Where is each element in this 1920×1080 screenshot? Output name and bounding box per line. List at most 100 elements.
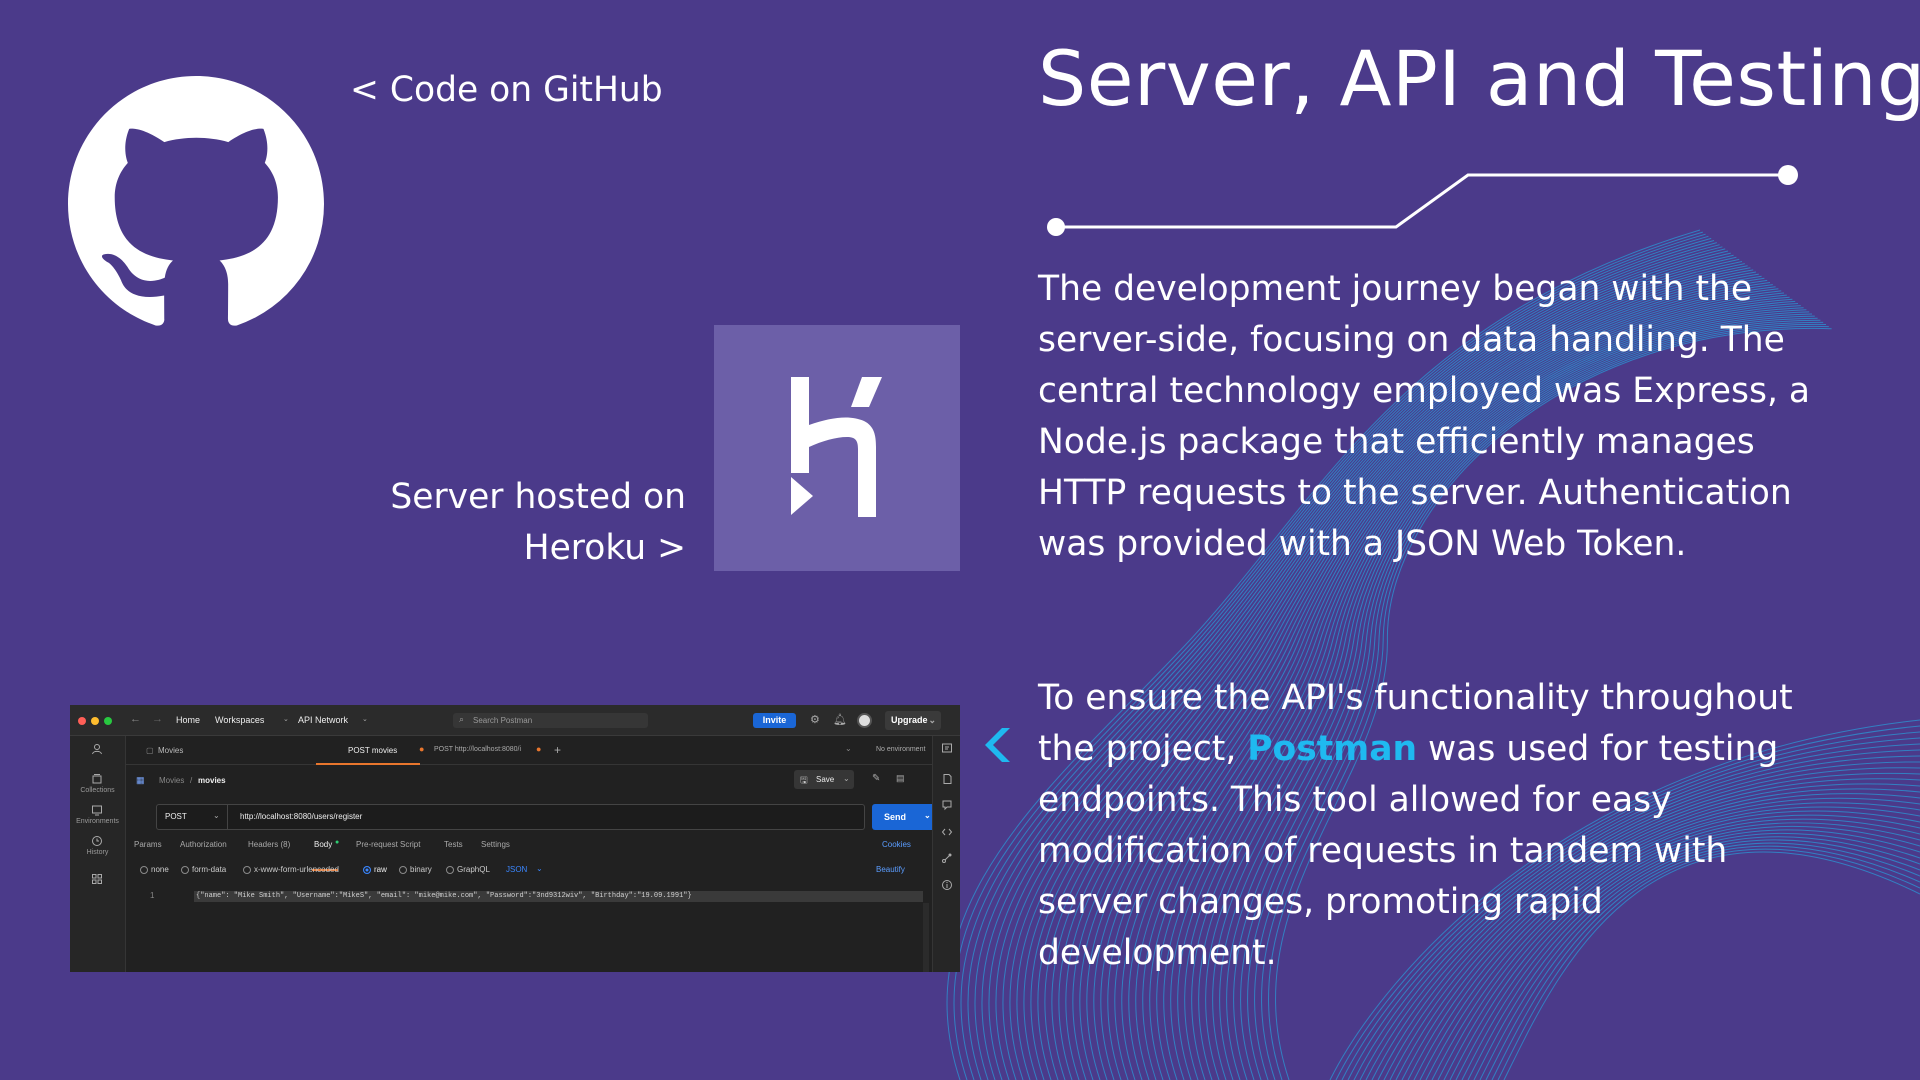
search-icon: ⌕	[459, 714, 465, 724]
request-url-bar: POST ⌄ http://localhost:8080/users/regis…	[156, 804, 865, 830]
postman-screenshot: ← → Home Workspaces ⌄ API Network ⌄ ⌕ Se…	[70, 705, 960, 972]
server-description: The development journey began with the s…	[1038, 269, 1811, 564]
body-format-select[interactable]: JSON	[506, 865, 527, 874]
send-button[interactable]: Send ⌄	[872, 804, 939, 830]
save-chevron-icon[interactable]: ⌄	[843, 774, 850, 783]
comments-icon[interactable]	[941, 799, 953, 811]
postman-titlebar: ← → Home Workspaces ⌄ API Network ⌄ ⌕ Se…	[70, 705, 960, 736]
tab-authorization[interactable]: Authorization	[180, 840, 227, 849]
method-label: POST	[165, 812, 187, 821]
page-title: Server, API and Testing	[1038, 34, 1920, 123]
tab-post-movies[interactable]: POST movies	[348, 746, 397, 755]
notifications-bell-icon[interactable]: 🔔︎	[833, 713, 847, 726]
radio-none[interactable]	[140, 866, 148, 874]
body-type-form-data[interactable]: form-data	[192, 865, 226, 874]
upgrade-button[interactable]: Upgrade ⌄	[885, 711, 941, 730]
search-placeholder: Search Postman	[473, 716, 533, 725]
tab-headers[interactable]: Headers (8)	[248, 840, 290, 849]
github-link[interactable]: < Code on GitHub	[350, 70, 663, 110]
sidebar-history[interactable]: History	[70, 849, 125, 856]
line-number: 1	[150, 891, 155, 900]
radio-graphql[interactable]	[446, 866, 454, 874]
request-body-json[interactable]: {"name": "Mike Smith", "Username":"MikeS…	[196, 892, 692, 900]
body-type-urlencoded[interactable]: x-www-form-urlencoded	[254, 865, 339, 874]
cookies-link[interactable]: Cookies	[882, 840, 911, 849]
apps-grid-icon[interactable]	[91, 873, 103, 885]
avatar[interactable]	[857, 713, 872, 728]
decorative-line	[1047, 165, 1798, 236]
radio-binary[interactable]	[399, 866, 407, 874]
close-window-icon[interactable]	[78, 717, 86, 725]
settings-gear-icon[interactable]: ⚙	[810, 713, 820, 726]
postman-right-bar	[932, 736, 960, 972]
active-tab-indicator	[316, 763, 420, 765]
postman-tab-bar: ▢ Movies POST movies ● POST http://local…	[126, 736, 932, 765]
tab-settings[interactable]: Settings	[481, 840, 510, 849]
editor-scrollbar[interactable]	[923, 903, 929, 972]
env-quicklook-icon[interactable]	[941, 742, 953, 754]
body-type-graphql[interactable]: GraphQL	[457, 865, 490, 874]
send-chevron-icon[interactable]: ⌄	[924, 803, 931, 829]
maximize-window-icon[interactable]	[104, 717, 112, 725]
user-icon[interactable]	[91, 743, 103, 755]
nav-workspaces[interactable]: Workspaces	[215, 715, 264, 725]
forward-arrow-icon[interactable]: →	[152, 713, 163, 725]
minimize-window-icon[interactable]	[91, 717, 99, 725]
body-format-chevron-icon[interactable]: ⌄	[536, 864, 543, 873]
heroku-label-line2[interactable]: Heroku >	[380, 523, 686, 574]
code-icon[interactable]	[941, 826, 953, 838]
unsaved-dot-icon: ●	[419, 744, 425, 754]
method-chevron-icon: ⌄	[213, 811, 220, 820]
code-line[interactable]: {"name": "Mike Smith", "Username":"MikeS…	[194, 891, 923, 902]
heroku-label-line1: Server hosted on	[390, 477, 686, 517]
edit-pencil-icon[interactable]: ✎	[872, 773, 880, 784]
tab-pre-request-script[interactable]: Pre-request Script	[356, 840, 420, 849]
radio-form-data[interactable]	[181, 866, 189, 874]
heroku-logo-tile[interactable]	[714, 325, 960, 571]
collection-icon: ▦	[136, 775, 145, 785]
environment-select[interactable]: No environment	[876, 746, 925, 753]
sidebar-environments[interactable]: Environments	[70, 818, 125, 825]
body-type-none[interactable]: none	[151, 865, 169, 874]
new-tab-plus-icon[interactable]: +	[554, 743, 561, 757]
sidebar-collections[interactable]: Collections	[70, 787, 125, 794]
method-select[interactable]: POST ⌄	[157, 805, 228, 829]
docs-icon[interactable]	[941, 773, 953, 785]
testing-description: To ensure the API's functionality throug…	[1038, 673, 1838, 979]
tab-params[interactable]: Params	[134, 840, 162, 849]
environments-icon[interactable]	[91, 804, 103, 816]
breadcrumb-separator: /	[190, 776, 193, 785]
nav-home[interactable]: Home	[176, 715, 200, 725]
invite-button[interactable]: Invite	[753, 713, 796, 728]
body-active-dot-icon: ●	[335, 839, 340, 846]
heroku-icon	[791, 377, 882, 517]
related-icon[interactable]	[941, 852, 953, 864]
search-input[interactable]: ⌕ Search Postman	[453, 713, 648, 728]
github-icon[interactable]	[68, 76, 324, 332]
body-type-raw[interactable]: raw	[374, 865, 387, 874]
collections-icon[interactable]	[91, 773, 103, 785]
back-arrow-icon[interactable]: ←	[130, 713, 141, 725]
beautify-link[interactable]: Beautify	[876, 865, 905, 874]
breadcrumb-current[interactable]: movies	[198, 776, 226, 785]
info-icon[interactable]	[941, 879, 953, 891]
tabs-overflow-chevron-icon[interactable]: ⌄	[845, 744, 852, 753]
history-icon[interactable]	[91, 835, 103, 847]
save-icon: 🖫︎	[800, 775, 808, 785]
unsaved-dot-icon: ●	[536, 744, 542, 754]
url-input[interactable]: http://localhost:8080/users/register	[240, 812, 362, 821]
body-type-binary[interactable]: binary	[410, 865, 432, 874]
nav-api-network[interactable]: API Network	[298, 715, 348, 725]
tab-post-localhost[interactable]: POST http://localhost:8080/i	[434, 746, 521, 753]
tab-movies[interactable]: Movies	[158, 746, 183, 755]
breadcrumb-parent[interactable]: Movies	[159, 776, 184, 785]
postman-link[interactable]: Postman	[1247, 729, 1417, 769]
radio-urlencoded[interactable]	[243, 866, 251, 874]
radio-raw[interactable]	[363, 866, 371, 874]
documentation-icon[interactable]: ▤	[896, 773, 905, 784]
tab-tests[interactable]: Tests	[444, 840, 463, 849]
send-label: Send	[884, 812, 907, 822]
tab-body[interactable]: Body	[314, 840, 332, 849]
save-button[interactable]: 🖫︎ Save ⌄	[794, 770, 854, 789]
upgrade-chevron-icon: ⌄	[928, 715, 936, 725]
